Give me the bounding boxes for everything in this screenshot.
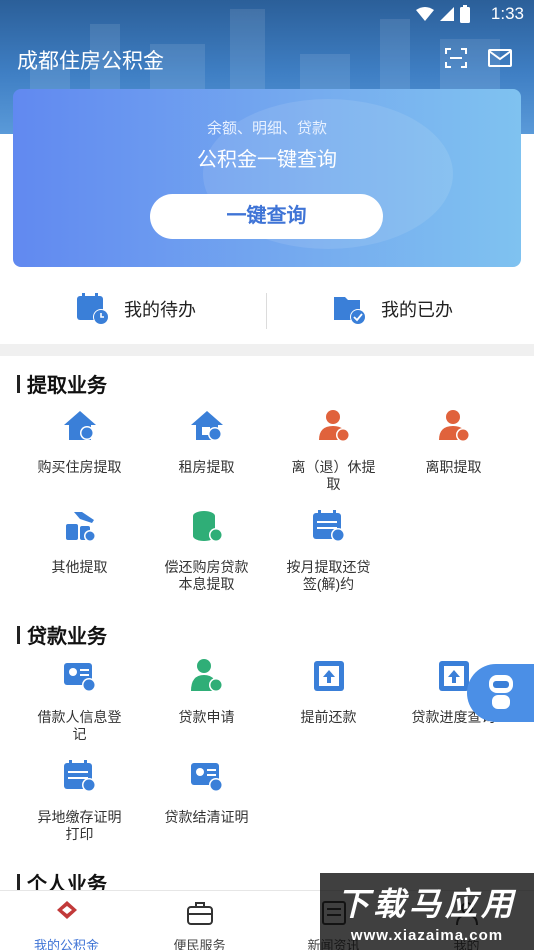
travel-icon (65, 512, 96, 542)
grid-item-deposit-certificate[interactable]: 异地缴存证明打印 (13, 758, 146, 843)
status-bar: 1:33 (0, 0, 534, 28)
watermark-url: www.xiazaima.com (350, 927, 504, 944)
query-subtitle: 余额、明细、贷款 (206, 120, 327, 137)
grid-item-monthly-withdraw-contract[interactable]: 按月提取还贷签(解)约 (262, 508, 395, 593)
grid-item-label: 偿还购房贷款本息提取 (164, 559, 249, 592)
page-title: 成都住房公积金 (17, 50, 164, 73)
house-icon (63, 411, 96, 440)
grid-item-label: 贷款结清证明 (164, 809, 249, 825)
section-title-loan: 贷款业务 (17, 620, 107, 649)
person-retire-icon (318, 410, 350, 442)
person-leave-icon (438, 410, 470, 442)
toolbox-icon (186, 902, 213, 925)
grid-item-retire-withdraw[interactable]: 离（退）休提取 (267, 408, 400, 493)
grid-item-resign-withdraw[interactable]: 离职提取 (387, 408, 520, 476)
id-card-icon (63, 663, 96, 692)
grid-item-rent-withdraw[interactable]: 租房提取 (140, 408, 273, 476)
watermark: 下载马应用 www.xiazaima.com (320, 873, 534, 950)
calendar-clock-icon (77, 293, 109, 325)
grid-item-borrower-info[interactable]: 借款人信息登记 (13, 658, 146, 743)
tab-label: 便民服务 (173, 938, 226, 950)
watermark-title: 下载马应用 (336, 886, 517, 922)
grid-item-loan-apply[interactable]: 贷款申请 (140, 658, 273, 726)
grid-item-buy-house-withdraw[interactable]: 购买住房提取 (13, 408, 146, 476)
coins-icon (192, 511, 223, 542)
grid-item-label: 购买住房提取 (37, 459, 122, 475)
one-click-query-button[interactable]: 一键查询 (150, 194, 383, 239)
tab-label: 我的公积金 (33, 938, 99, 950)
grid-item-early-repay[interactable]: 提前还款 (262, 658, 395, 726)
my-pending-label: 我的待办 (124, 300, 196, 320)
my-done-label: 我的已办 (381, 300, 453, 320)
folder-check-icon (334, 297, 366, 325)
grid-item-label: 其他提取 (51, 559, 108, 575)
divider (266, 293, 267, 329)
house-key-icon (190, 411, 223, 441)
grid-item-label: 按月提取还贷签(解)约 (286, 559, 371, 592)
query-title: 公积金一键查询 (197, 149, 337, 171)
grid-item-repay-loan-withdraw[interactable]: 偿还购房贷款本息提取 (140, 508, 273, 593)
grid-item-label: 贷款申请 (178, 709, 235, 725)
scan-icon[interactable] (444, 46, 468, 70)
grid-item-other-withdraw[interactable]: 其他提取 (13, 508, 146, 576)
my-pending-button[interactable]: 我的待办 (76, 292, 196, 326)
assistant-float-button[interactable] (467, 664, 534, 722)
section-separator (0, 344, 534, 356)
upload-box-icon (313, 661, 344, 691)
status-time: 1:33 (490, 4, 524, 23)
message-icon[interactable] (488, 46, 512, 70)
id-card-icon (190, 763, 223, 792)
grid-item-label: 离职提取 (425, 459, 482, 475)
person-loan-icon (190, 659, 223, 692)
calendar-icon (312, 510, 345, 542)
grid-item-label: 借款人信息登记 (37, 709, 122, 742)
grid-item-label: 提前还款 (300, 709, 357, 725)
calendar-icon (63, 760, 96, 792)
grid-item-label: 租房提取 (178, 459, 235, 475)
grid-item-label: 离（退）休提取 (291, 459, 376, 492)
tab-my-fund[interactable]: 我的公积金 (0, 891, 133, 950)
upload-box-icon (438, 661, 469, 691)
section-title-withdraw: 提取业务 (17, 369, 107, 398)
todo-row: 我的待办 我的已办 (0, 280, 534, 344)
signal-icon (440, 7, 454, 21)
grid-item-loan-settled-certificate[interactable]: 贷款结清证明 (140, 758, 273, 826)
tab-convenience[interactable]: 便民服务 (133, 891, 266, 950)
grid-item-label: 异地缴存证明打印 (37, 809, 122, 842)
fund-logo-icon (56, 901, 77, 919)
one-click-query-card: 余额、明细、贷款 公积金一键查询 一键查询 (13, 89, 521, 267)
battery-icon (460, 5, 470, 23)
my-done-button[interactable]: 我的已办 (333, 292, 453, 326)
robot-icon (489, 675, 513, 709)
wifi-icon (416, 7, 434, 21)
